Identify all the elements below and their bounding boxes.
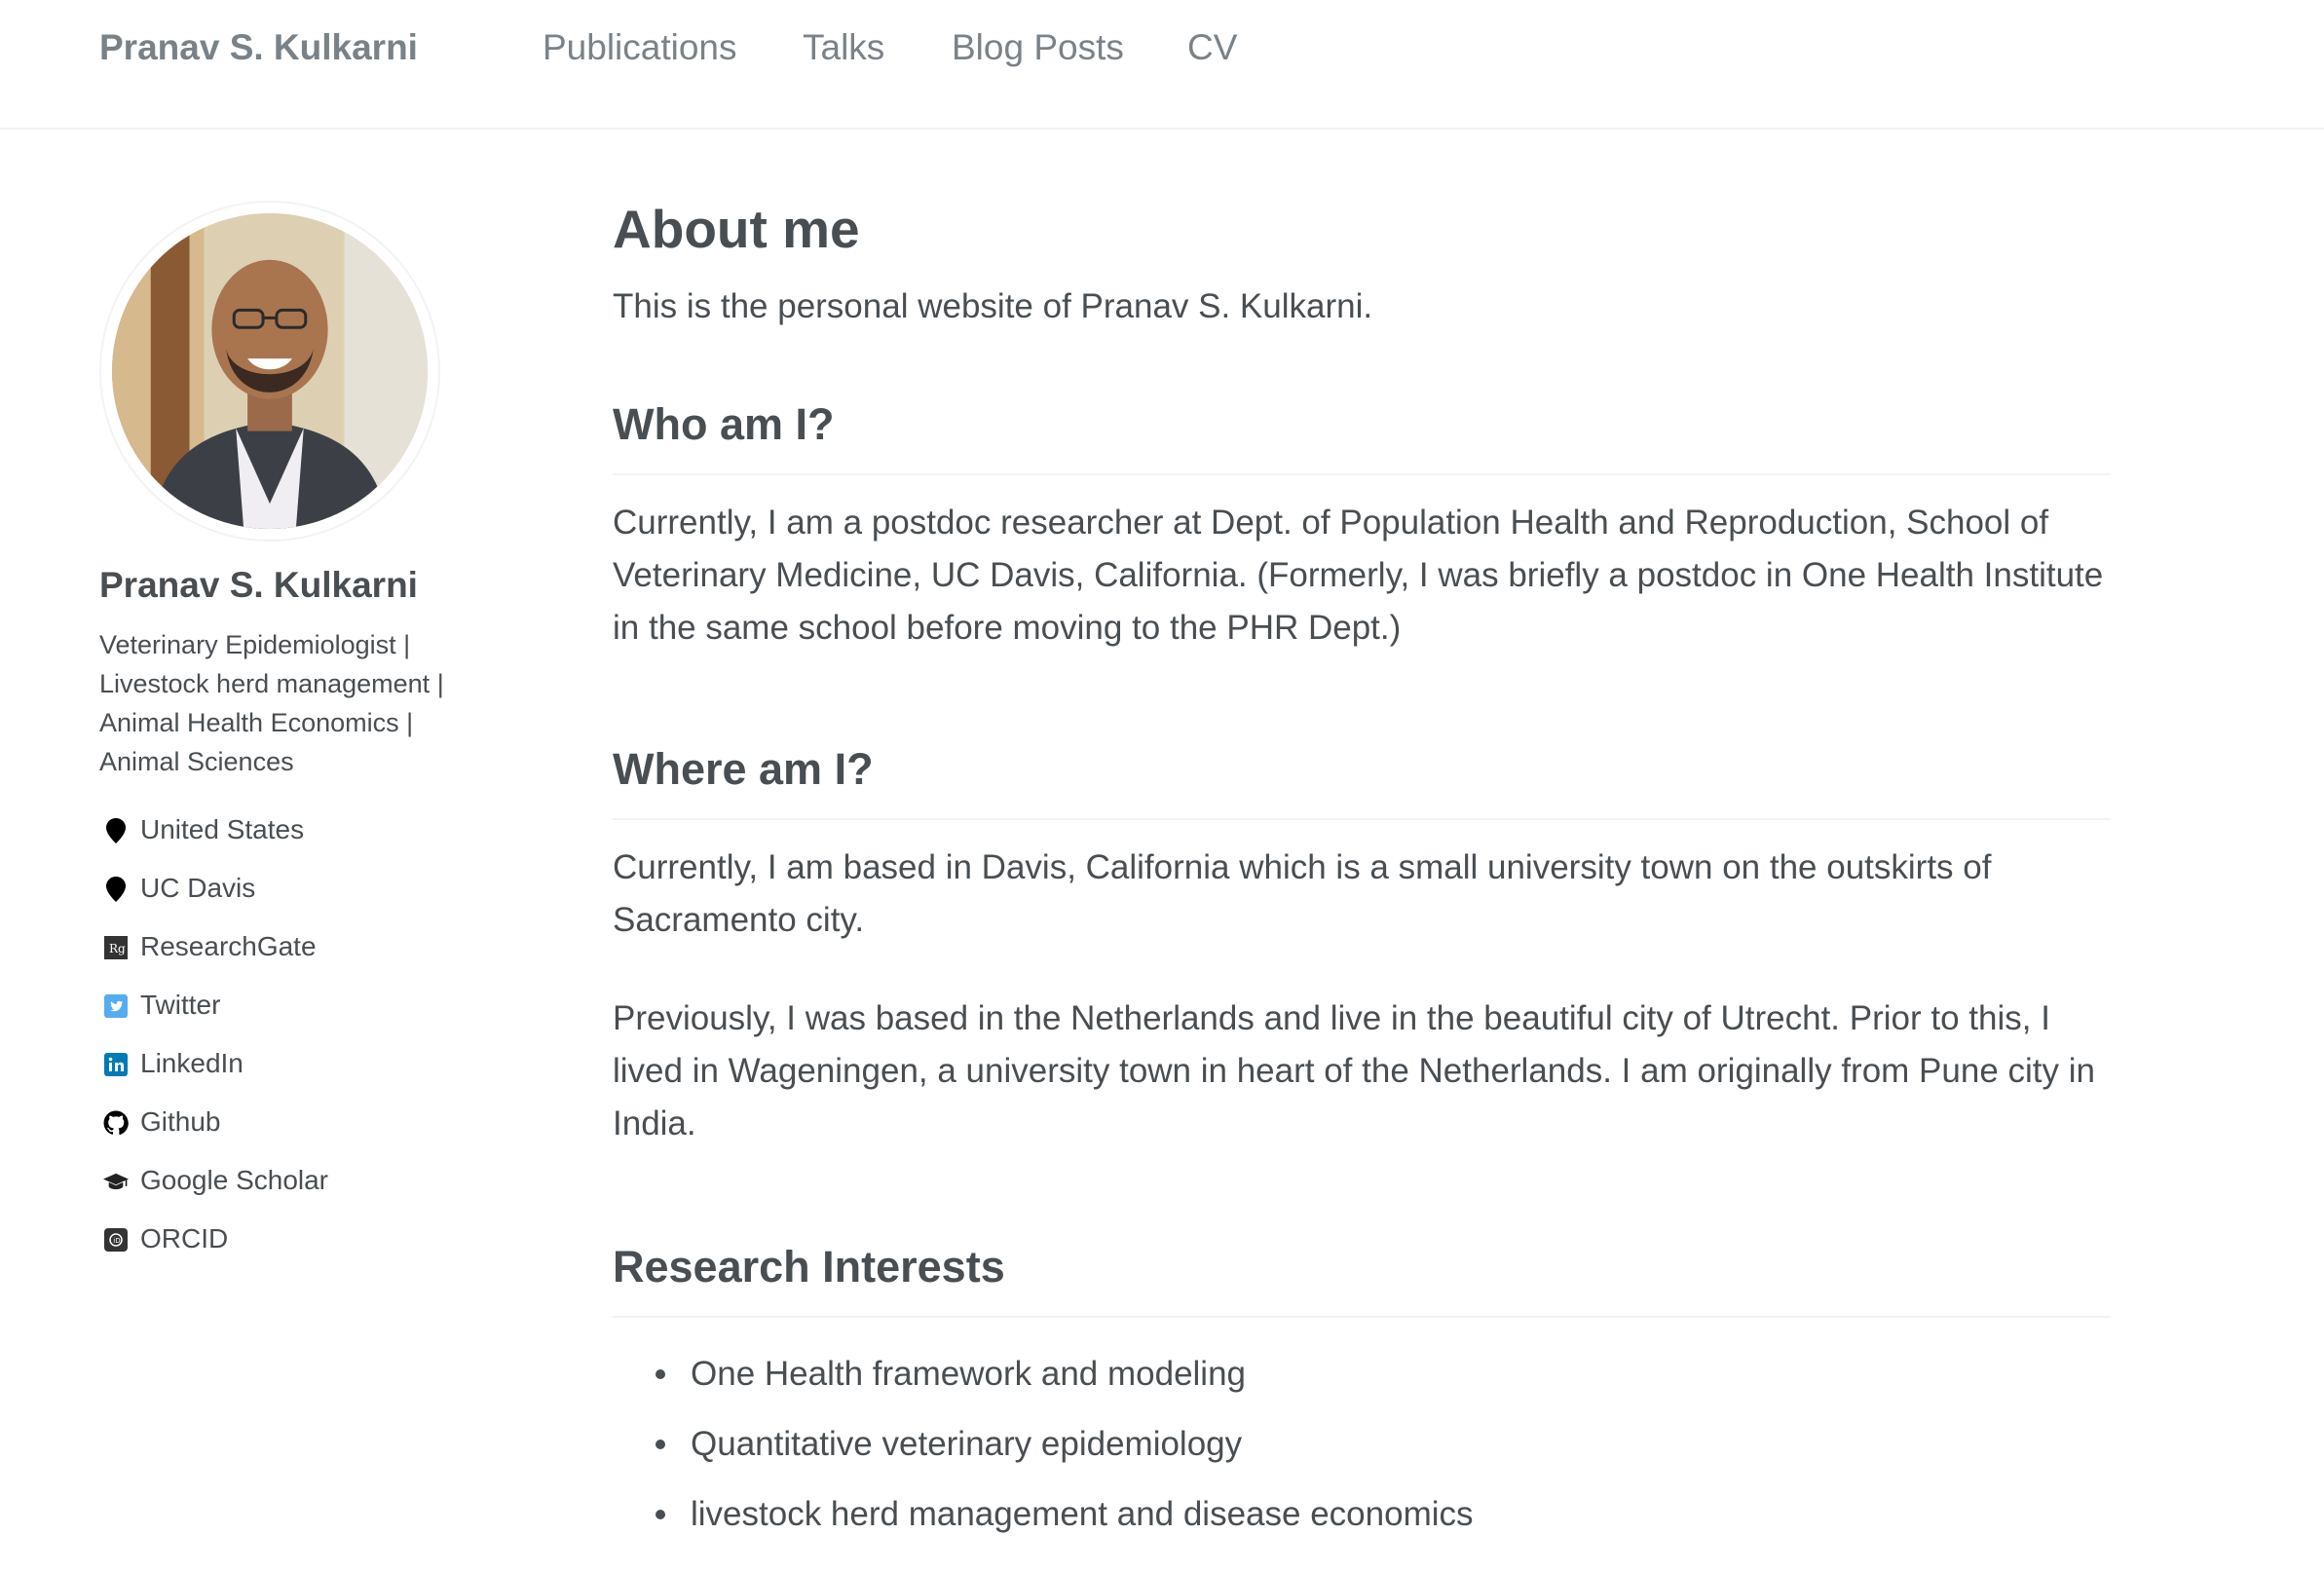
section-heading: Research Interests	[613, 1238, 2111, 1318]
nav-link-blog-posts[interactable]: Blog Posts	[952, 27, 1124, 68]
twitter-icon	[103, 993, 129, 1019]
author-link-twitter[interactable]: Twitter	[99, 988, 508, 1046]
section-paragraph: Previously, I was based in the Netherlan…	[613, 999, 2095, 1142]
author-link-orcid[interactable]: iD ORCID	[99, 1221, 508, 1280]
section-who-am-i: Who am I? Currently, I am a postdoc rese…	[613, 395, 2111, 655]
author-link-employer: UC Davis	[99, 871, 508, 929]
page-title: About me	[613, 199, 860, 259]
research-interests-list: One Health framework and modeling Quanti…	[656, 1339, 2111, 1550]
section-research-interests: Research Interests One Health framework …	[613, 1238, 2111, 1550]
author-link-label: UC Davis	[140, 873, 256, 903]
author-link-label[interactable]: Google Scholar	[140, 1165, 328, 1195]
section-paragraph: Currently, I am based in Davis, Californ…	[613, 848, 1992, 939]
masthead: Pranav S. Kulkarni Publications Talks Bl…	[0, 0, 2324, 130]
orcid-icon: iD	[103, 1227, 129, 1253]
svg-text:iD: iD	[113, 1237, 120, 1245]
svg-text:Rg: Rg	[109, 942, 126, 955]
author-portrait-image	[112, 213, 428, 529]
section-heading: Where am I?	[613, 740, 2111, 820]
nav-link-publications[interactable]: Publications	[543, 27, 737, 68]
researchgate-icon: Rg	[103, 935, 129, 960]
author-name: Pranav S. Kulkarni	[99, 565, 418, 605]
author-sidebar: Pranav S. Kulkarni Veterinary Epidemiolo…	[99, 201, 508, 1280]
author-link-label[interactable]: LinkedIn	[140, 1048, 244, 1078]
site-title-link[interactable]: Pranav S. Kulkarni	[99, 27, 418, 68]
author-link-label[interactable]: Github	[140, 1106, 221, 1137]
list-item: One Health framework and modeling	[656, 1339, 2111, 1409]
author-links: United States UC Davis Rg ResearchGate T…	[99, 812, 508, 1280]
author-link-label: United States	[140, 814, 305, 844]
list-item: livestock herd management and disease ec…	[656, 1479, 2111, 1550]
main-content: About me This is the personal website of…	[613, 195, 2111, 1550]
author-link-researchgate[interactable]: Rg ResearchGate	[99, 929, 508, 988]
nav-link-talks[interactable]: Talks	[803, 27, 884, 68]
author-link-location: United States	[99, 812, 508, 871]
author-photo	[112, 213, 428, 529]
location-pin-icon	[103, 877, 129, 902]
github-icon	[103, 1110, 129, 1136]
section-where-am-i: Where am I? Currently, I am based in Dav…	[613, 740, 2111, 1150]
intro-paragraph: This is the personal website of Pranav S…	[613, 287, 1373, 325]
author-link-google-scholar[interactable]: Google Scholar	[99, 1163, 508, 1221]
author-link-label[interactable]: ORCID	[140, 1223, 228, 1254]
author-link-label[interactable]: Twitter	[140, 990, 220, 1020]
author-link-label[interactable]: ResearchGate	[140, 931, 317, 961]
list-item: Quantitative veterinary epidemiology	[656, 1409, 2111, 1479]
avatar	[99, 201, 440, 542]
location-pin-icon	[103, 818, 129, 843]
section-heading: Who am I?	[613, 395, 2111, 475]
author-link-linkedin[interactable]: LinkedIn	[99, 1046, 508, 1104]
nav-link-cv[interactable]: CV	[1187, 27, 1237, 68]
author-link-github[interactable]: Github	[99, 1104, 508, 1163]
graduation-cap-icon	[103, 1169, 129, 1194]
author-bio: Veterinary Epidemiologist | Livestock he…	[99, 630, 444, 776]
linkedin-icon	[103, 1052, 129, 1077]
section-paragraph: Currently, I am a postdoc researcher at …	[613, 504, 2104, 647]
